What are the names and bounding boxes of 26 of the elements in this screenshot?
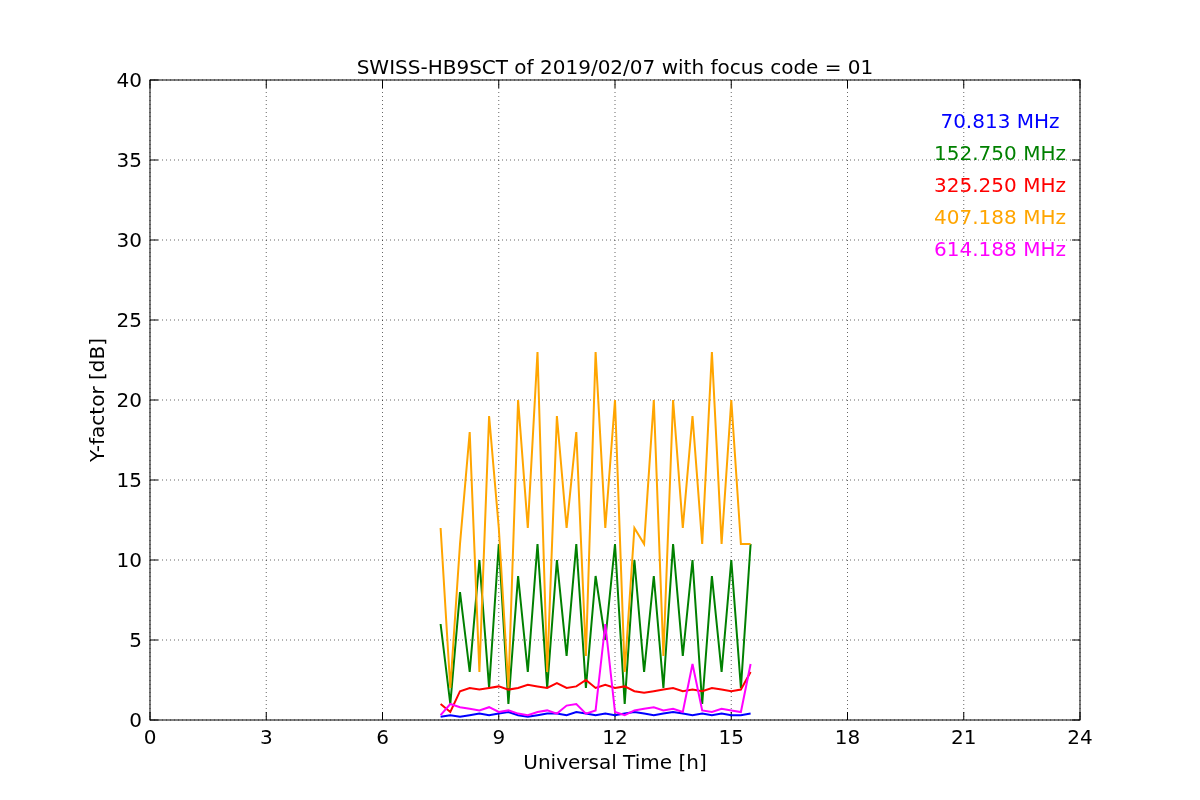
y-tick-label: 15 — [116, 468, 142, 492]
y-tick-label: 0 — [129, 708, 142, 732]
legend-label: 152.750 MHz — [934, 141, 1066, 165]
y-tick-label: 35 — [116, 148, 142, 172]
x-tick-label: 3 — [259, 725, 273, 749]
chart-title: SWISS-HB9SCT of 2019/02/07 with focus code = 01 — [356, 55, 874, 79]
x-axis-label: Universal Time [h] — [523, 750, 707, 774]
y-tick-label: 40 — [116, 68, 142, 92]
y-tick-label: 30 — [116, 228, 142, 252]
x-tick-label: 15 — [718, 725, 744, 749]
y-tick-label: 20 — [116, 388, 142, 412]
legend-label: 614.188 MHz — [934, 237, 1066, 261]
legend-label: 325.250 MHz — [934, 173, 1066, 197]
y-tick-label: 5 — [129, 628, 142, 652]
legend-label: 70.813 MHz — [940, 109, 1060, 133]
x-tick-label: 12 — [602, 725, 628, 749]
y-tick-label: 25 — [116, 308, 142, 332]
x-tick-label: 21 — [951, 725, 977, 749]
x-tick-label: 9 — [492, 725, 506, 749]
y-axis-label: Y-factor [dB] — [85, 338, 109, 462]
x-tick-label: 0 — [143, 725, 157, 749]
x-tick-label: 18 — [834, 725, 861, 749]
x-tick-label: 6 — [376, 725, 389, 749]
x-tick-label: 24 — [1067, 725, 1093, 749]
legend-label: 407.188 MHz — [934, 205, 1066, 229]
y-tick-label: 10 — [116, 548, 142, 572]
